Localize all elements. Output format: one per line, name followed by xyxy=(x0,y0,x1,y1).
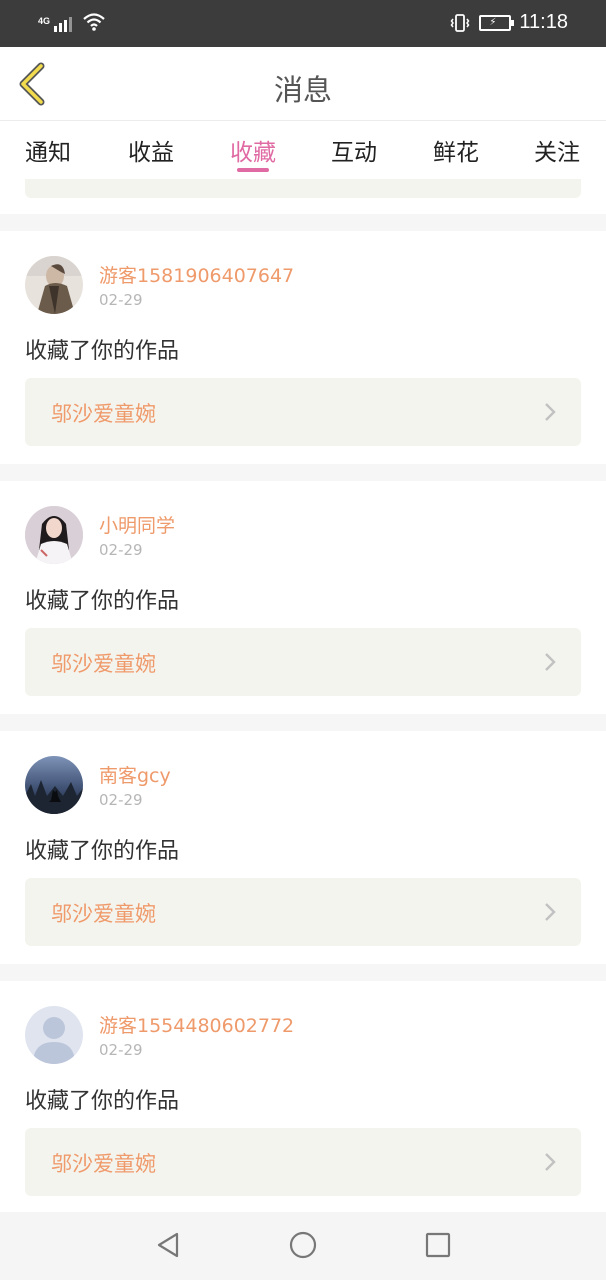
username[interactable]: 南客gcy xyxy=(99,761,171,788)
wifi-icon xyxy=(83,13,105,31)
battery-charging-icon: ⚡ xyxy=(479,14,515,31)
work-title: 邬沙爱童婉 xyxy=(51,652,156,676)
message-text: 收藏了你的作品 xyxy=(25,839,180,864)
message-text: 收藏了你的作品 xyxy=(25,339,180,364)
avatar[interactable] xyxy=(25,756,83,814)
chevron-right-icon xyxy=(545,903,556,921)
status-left: 4G xyxy=(38,12,106,32)
back-triangle-icon[interactable] xyxy=(153,1230,183,1260)
divider xyxy=(0,964,606,981)
message-item: 南客gcy 02-29 收藏了你的作品 邬沙爱童婉 xyxy=(0,731,606,964)
system-nav-bar xyxy=(0,1212,606,1280)
page-title: 消息 xyxy=(273,73,332,107)
tab-favorites[interactable]: 收藏 xyxy=(218,133,288,167)
work-title: 邬沙爱童婉 xyxy=(51,1152,156,1176)
username[interactable]: 小明同学 xyxy=(99,511,175,538)
status-bar: 4G ⚡ 11:18 xyxy=(0,0,606,47)
work-card[interactable]: 邬沙爱童婉 xyxy=(25,628,581,696)
message-item: 游客1581906407647 02-29 收藏了你的作品 邬沙爱童婉 xyxy=(0,231,606,464)
message-item: 游客1554480602772 02-29 收藏了你的作品 邬沙爱童婉 xyxy=(0,981,606,1212)
message-date: 02-29 xyxy=(99,1041,143,1059)
app-header: 消息 xyxy=(0,47,606,121)
chevron-right-icon xyxy=(545,1153,556,1171)
message-text: 收藏了你的作品 xyxy=(25,1089,180,1114)
tab-notifications[interactable]: 通知 xyxy=(13,133,83,167)
network-type: 4G xyxy=(38,16,51,26)
work-card[interactable]: 邬沙爱童婉 xyxy=(25,1128,581,1196)
tab-bar: 通知 收益 收藏 互动 鲜花 关注 xyxy=(0,121,606,179)
tab-earnings[interactable]: 收益 xyxy=(116,133,186,167)
tab-following[interactable]: 关注 xyxy=(522,133,592,167)
chevron-right-icon xyxy=(545,653,556,671)
signal-icon xyxy=(54,14,73,32)
home-circle-icon[interactable] xyxy=(288,1230,318,1260)
avatar-photo-icon xyxy=(25,506,83,564)
tab-interactions[interactable]: 互动 xyxy=(319,133,389,167)
chevron-right-icon xyxy=(545,403,556,421)
work-title: 邬沙爱童婉 xyxy=(51,402,156,426)
vibrate-icon xyxy=(450,13,470,32)
recents-square-icon[interactable] xyxy=(423,1230,453,1260)
username[interactable]: 游客1554480602772 xyxy=(99,1011,294,1038)
message-date: 02-29 xyxy=(99,791,143,809)
divider xyxy=(0,464,606,481)
message-text: 收藏了你的作品 xyxy=(25,589,180,614)
avatar[interactable] xyxy=(25,1006,83,1064)
divider xyxy=(0,714,606,731)
tab-flowers[interactable]: 鲜花 xyxy=(421,133,491,167)
message-list[interactable]: 游客1581906407647 02-29 收藏了你的作品 邬沙爱童婉 小明同学… xyxy=(0,179,606,1212)
default-avatar-icon xyxy=(25,1006,83,1064)
status-time: 11:18 xyxy=(519,11,568,33)
partial-work-card[interactable] xyxy=(25,179,581,198)
work-title: 邬沙爱童婉 xyxy=(51,902,156,926)
message-date: 02-29 xyxy=(99,291,143,309)
work-card[interactable]: 邬沙爱童婉 xyxy=(25,378,581,446)
avatar[interactable] xyxy=(25,506,83,564)
message-item: 小明同学 02-29 收藏了你的作品 邬沙爱童婉 xyxy=(0,481,606,714)
username[interactable]: 游客1581906407647 xyxy=(99,261,294,288)
avatar-photo-icon xyxy=(25,256,83,314)
message-date: 02-29 xyxy=(99,541,143,559)
avatar-photo-icon xyxy=(25,756,83,814)
avatar[interactable] xyxy=(25,256,83,314)
active-tab-indicator xyxy=(237,168,269,172)
divider xyxy=(0,214,606,231)
work-card[interactable]: 邬沙爱童婉 xyxy=(25,878,581,946)
status-right: ⚡ 11:18 xyxy=(449,11,568,34)
